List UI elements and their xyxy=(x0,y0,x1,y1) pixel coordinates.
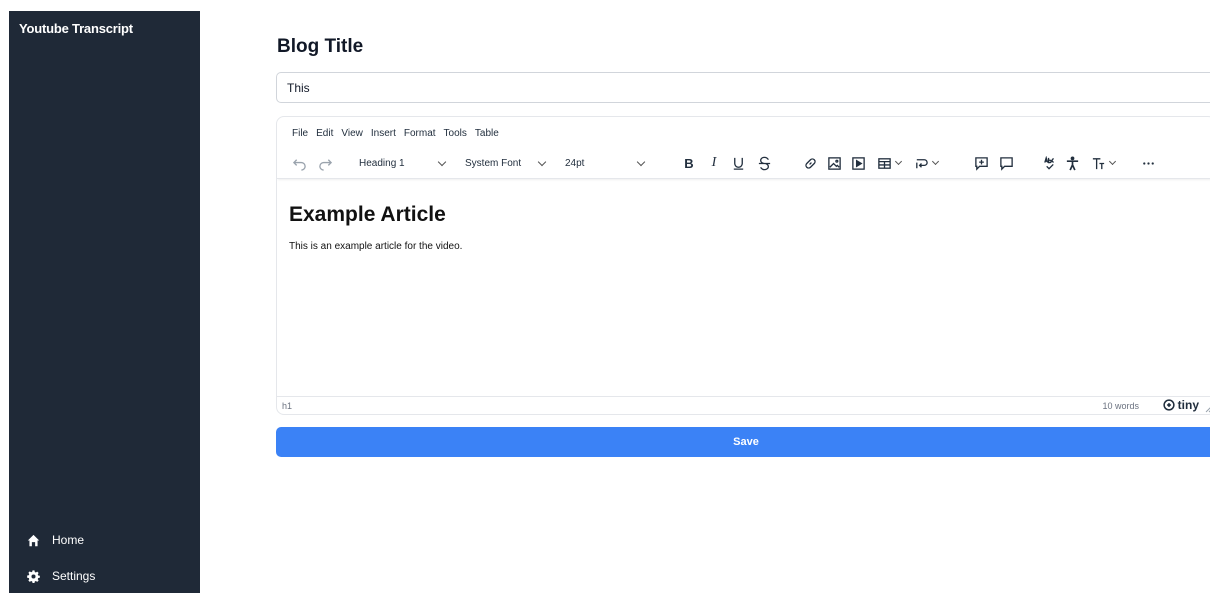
underline-icon xyxy=(733,157,743,170)
chevron-down-icon xyxy=(537,157,547,166)
app-title: Youtube Transcript xyxy=(19,21,133,36)
sidebar-item-label: Home xyxy=(52,533,85,547)
media-icon xyxy=(851,156,865,170)
page-title: Blog Title xyxy=(277,36,364,57)
home-icon xyxy=(27,534,40,546)
menu-view[interactable]: View xyxy=(341,128,363,139)
chevron-down-icon xyxy=(931,157,940,166)
italic-icon: I xyxy=(711,155,717,170)
save-button[interactable]: Save xyxy=(276,427,1210,457)
editor-toolbar: Heading 1 System Font 24pt B I xyxy=(277,151,1210,179)
rich-text-editor: File Edit View Insert Format Tools Table… xyxy=(276,116,1210,415)
chevron-down-icon xyxy=(1108,157,1117,166)
more-icon xyxy=(1142,161,1154,165)
sidebar-item-label: Settings xyxy=(52,569,96,583)
image-icon xyxy=(827,156,841,170)
accessibility-icon xyxy=(1066,155,1078,170)
image-button[interactable] xyxy=(825,151,843,175)
chevron-down-icon xyxy=(437,157,446,166)
media-button[interactable] xyxy=(849,151,867,175)
menu-table[interactable]: Table xyxy=(475,128,499,139)
menu-format[interactable]: Format xyxy=(404,128,436,139)
block-format-value: Heading 1 xyxy=(359,157,405,169)
comment-icon xyxy=(999,156,1013,171)
redo-button[interactable] xyxy=(315,151,335,175)
line-height-icon xyxy=(916,158,928,168)
underline-button[interactable] xyxy=(729,151,747,175)
resize-handle-icon[interactable] xyxy=(1204,405,1210,413)
tiny-logo-icon xyxy=(1163,399,1175,411)
menu-file[interactable]: File xyxy=(292,128,308,139)
menu-tools[interactable]: Tools xyxy=(444,128,467,139)
chevron-down-icon xyxy=(894,157,903,166)
spellcheck-icon xyxy=(1043,155,1054,170)
editor-menubar: File Edit View Insert Format Tools Table xyxy=(292,128,507,139)
chevron-down-icon xyxy=(637,157,646,166)
table-button[interactable] xyxy=(873,151,905,175)
sidebar-item-home[interactable]: Home xyxy=(27,530,84,550)
block-format-select[interactable]: Heading 1 xyxy=(359,152,457,174)
link-button[interactable] xyxy=(801,151,819,175)
font-family-value: System Font xyxy=(465,157,522,169)
more-button[interactable] xyxy=(1138,151,1158,175)
tiny-logo[interactable]: tiny xyxy=(1163,398,1199,412)
italic-button[interactable]: I xyxy=(705,151,723,175)
article-paragraph[interactable]: This is an example article for the video… xyxy=(289,241,462,252)
text-size-button[interactable] xyxy=(1086,151,1120,175)
word-count[interactable]: 10 words xyxy=(1102,401,1139,411)
article-heading[interactable]: Example Article xyxy=(289,203,462,227)
sidebar-item-settings[interactable]: Settings xyxy=(27,566,95,586)
accessibility-button[interactable] xyxy=(1063,151,1081,175)
bold-button[interactable]: B xyxy=(680,151,698,175)
menu-insert[interactable]: Insert xyxy=(371,128,396,139)
blog-title-input[interactable] xyxy=(276,72,1210,103)
strikethrough-icon xyxy=(758,156,770,170)
editor-content[interactable]: Example Article This is an example artic… xyxy=(289,203,462,252)
menu-edit[interactable]: Edit xyxy=(316,128,333,139)
bold-icon: B xyxy=(684,155,694,171)
font-family-select[interactable]: System Font xyxy=(465,152,555,174)
tiny-brand: tiny xyxy=(1177,398,1199,412)
gear-icon xyxy=(27,569,40,583)
add-comment-button[interactable] xyxy=(971,151,991,175)
line-height-button[interactable] xyxy=(909,151,943,175)
table-icon xyxy=(878,157,891,169)
undo-button[interactable] xyxy=(289,151,309,175)
element-path[interactable]: h1 xyxy=(282,401,292,411)
redo-icon xyxy=(318,158,332,171)
add-comment-icon xyxy=(974,156,988,171)
editor-statusbar: h1 10 words tiny xyxy=(277,396,1210,414)
font-size-value: 24pt xyxy=(565,157,585,169)
link-icon xyxy=(804,157,816,169)
font-size-select[interactable]: 24pt xyxy=(565,152,657,174)
undo-icon xyxy=(292,158,306,171)
comments-button[interactable] xyxy=(996,151,1016,175)
text-size-icon xyxy=(1092,157,1105,169)
spellcheck-button[interactable] xyxy=(1040,151,1058,175)
strikethrough-button[interactable] xyxy=(755,151,773,175)
sidebar: Youtube Transcript Home Settings xyxy=(9,11,200,593)
